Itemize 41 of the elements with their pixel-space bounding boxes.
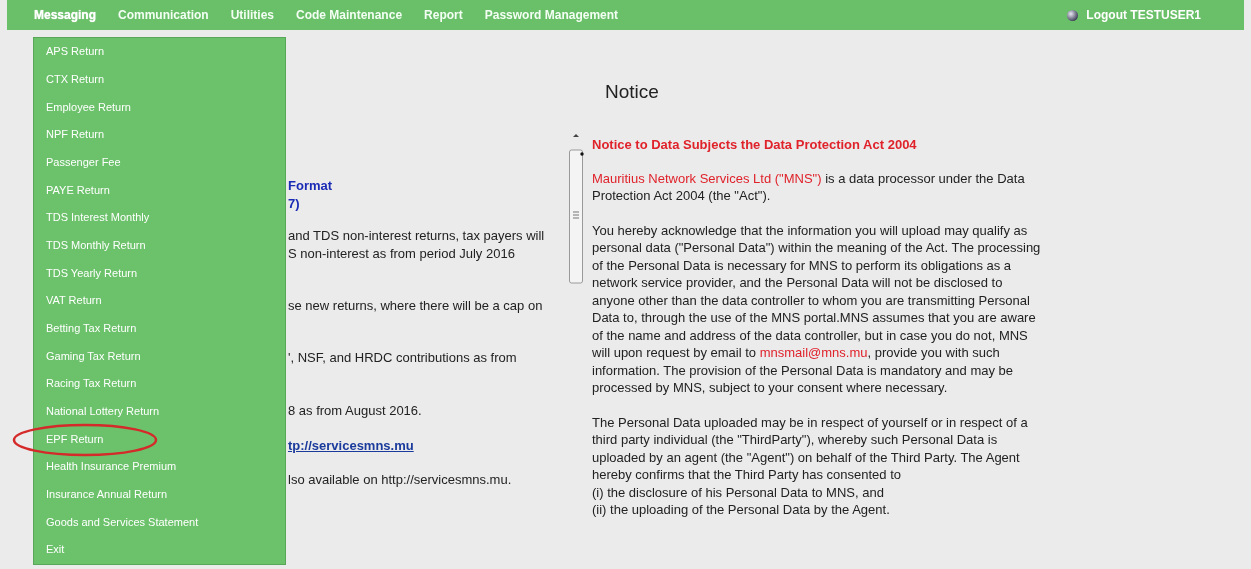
menu-item[interactable]: TDS Yearly Return (34, 259, 285, 287)
menu-item[interactable]: Exit (34, 536, 285, 564)
menu-item[interactable]: Health Insurance Premium (34, 453, 285, 481)
menu-item[interactable]: Messaging (34, 5, 96, 25)
notice-paragraph: Mauritius Network Services Ltd ("MNS") is a data processor under the Data Protection Act 2004 (the "Act"). (592, 169, 1026, 205)
menu-item[interactable]: Employee Return (34, 93, 285, 121)
body-text: ', NSF, and HRDC contributions as from (288, 349, 517, 367)
body-text: 8 as from August 2016. (288, 402, 422, 420)
logout-link[interactable]: Logout TESTUSER1 (1086, 8, 1201, 22)
menu-item[interactable]: Passenger Fee (34, 149, 285, 176)
menu-item[interactable]: Racing Tax Return (34, 370, 285, 398)
sphere-icon (1067, 9, 1079, 21)
heading-text: 7) (288, 195, 300, 213)
menu-item[interactable]: EPF Return (34, 425, 285, 453)
menu-item[interactable]: Communication (118, 5, 209, 25)
page-title: Notice (605, 81, 659, 103)
notice-heading: Notice to Data Subjects the Data Protection Act 2004 (592, 136, 918, 154)
body-text: and TDS non-interest returns, tax payers will (288, 227, 545, 245)
menu-item[interactable]: VAT Return (34, 287, 285, 315)
body-text: lso available on http://servicesmns.mu. (288, 471, 512, 489)
menu-item[interactable]: Password Management (484, 5, 619, 25)
notice-paragraph: The Personal Data uploaded may be in respect of yourself or in respect of a third party individual (the "ThirdParty"), whereby such Personal Data is uploaded by an agent (the "Agent") on behalf of the Third Party. The Agent hereby confirms that the Third Party has consented to (i) the disclosure of his Personal Data to MNS, and (ii) the uploading of the Personal Data by the Agent. (592, 413, 1029, 519)
menu-item[interactable]: CTX Return (34, 66, 285, 93)
menu-item[interactable]: National Lottery Return (34, 398, 285, 426)
link[interactable]: tp://servicesmns.mu (288, 437, 414, 455)
menu-item[interactable]: TDS Interest Monthly (34, 204, 285, 232)
heading-text: Format (288, 177, 333, 195)
body-text: S non-interest as from period July 2016 (288, 245, 515, 263)
menu-item[interactable]: Betting Tax Return (34, 315, 285, 343)
menu-item[interactable]: PAYE Return (34, 176, 285, 204)
menu-item[interactable]: NPF Return (34, 121, 285, 149)
menu-item[interactable]: Goods and Services Statement (34, 508, 285, 536)
menu-item[interactable]: Gaming Tax Return (34, 342, 285, 370)
menu-item[interactable]: Utilities (230, 5, 275, 25)
menu-item[interactable]: Report (424, 5, 463, 25)
menu-item[interactable]: TDS Monthly Return (34, 232, 285, 260)
body-text: se new returns, where there will be a cap on (288, 297, 543, 315)
menu-item[interactable]: Insurance Annual Return (34, 481, 285, 509)
notice-paragraph: You hereby acknowledge that the information you will upload may qualify as personal data ("Personal Data") within the meaning of the Act. The processing of the Personal Data is necessary for MNS to perform its obligations as a network service provider, and the Personal Data will not be disclosed to anyone other than the data controller to whom you are transmitting Personal Data to, through the use of the MNS portal.MNS assumes that you are aware of the name and address of the data controller, but in case you do not, MNS will upon request by email to mnsmail@mns.mu, provide you with such information. The provision of the Personal Data is mandatory and may be processed by MNS, subject to your consent where necessary. (592, 221, 1042, 397)
menu-item[interactable]: Code Maintenance (296, 5, 403, 25)
menu-item[interactable]: APS Return (34, 38, 285, 66)
